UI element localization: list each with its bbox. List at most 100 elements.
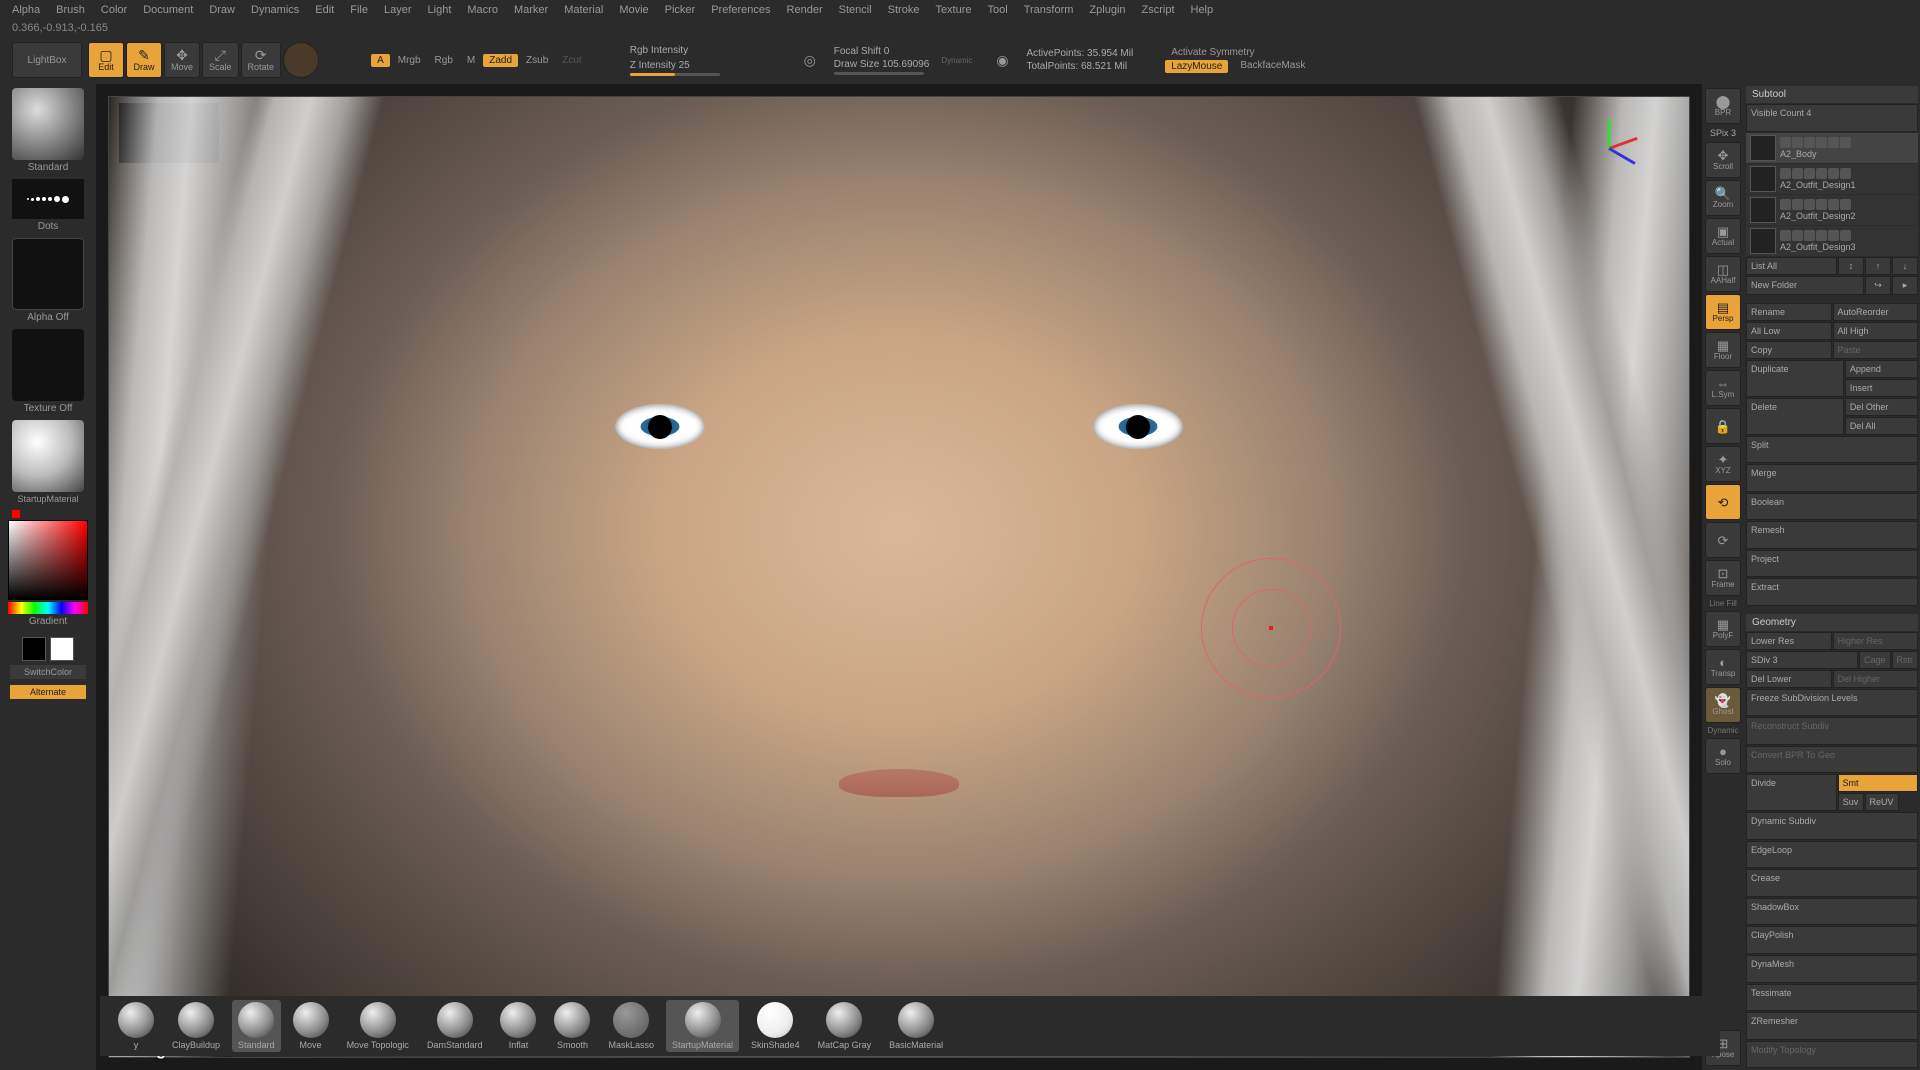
menu-picker[interactable]: Picker (665, 4, 696, 16)
material-shelf-item[interactable]: BasicMaterial (883, 1000, 949, 1052)
rotate2-button[interactable]: ⟳ (1705, 522, 1741, 558)
brush-shelf-item[interactable]: y (112, 1000, 160, 1052)
alpha-thumbnail[interactable] (12, 238, 84, 310)
move-mode-button[interactable]: ✥Move (164, 42, 200, 78)
activate-symmetry-button[interactable]: Activate Symmetry (1165, 47, 1311, 58)
tessimate-button[interactable]: Tessimate (1746, 984, 1918, 1012)
menu-stroke[interactable]: Stroke (888, 4, 920, 16)
menu-zscript[interactable]: Zscript (1142, 4, 1175, 16)
folder-icon[interactable]: ▸ (1892, 276, 1918, 295)
a-toggle[interactable]: A (371, 54, 390, 67)
sculptris-button[interactable] (283, 42, 319, 78)
brush-shelf-item[interactable]: Move (287, 1000, 335, 1052)
zoom-button[interactable]: 🔍Zoom (1705, 180, 1741, 216)
subtool-header[interactable]: Subtool (1746, 86, 1918, 103)
scroll-button[interactable]: ✥Scroll (1705, 142, 1741, 178)
lightbox-button[interactable]: LightBox (12, 42, 82, 78)
mrgb-toggle[interactable]: Mrgb (392, 55, 427, 66)
brush-shelf-item[interactable]: DamStandard (421, 1000, 489, 1052)
menu-document[interactable]: Document (143, 4, 193, 16)
subtool-item[interactable]: A2_Outfit_Design2 (1746, 195, 1918, 225)
arrow-icon[interactable]: ↓ (1892, 257, 1918, 275)
brush-shelf-item[interactable]: Inflat (494, 1000, 542, 1052)
hue-bar[interactable] (8, 602, 88, 614)
del-all-button[interactable]: Del All (1845, 417, 1918, 435)
menu-movie[interactable]: Movie (619, 4, 648, 16)
brush-thumbnail[interactable] (12, 88, 84, 160)
auto-reorder-button[interactable]: AutoReorder (1833, 303, 1919, 321)
rstr-toggle[interactable]: Rstr (1892, 651, 1919, 669)
menu-tool[interactable]: Tool (988, 4, 1008, 16)
zcut-toggle[interactable]: Zcut (556, 55, 587, 66)
color-picker[interactable] (8, 520, 88, 600)
project-button[interactable]: Project (1746, 550, 1918, 578)
focal-shift-slider[interactable]: Focal Shift 0 (834, 46, 930, 57)
split-button[interactable]: Split (1746, 436, 1918, 464)
brush-shelf-item[interactable]: ClayBuildup (166, 1000, 226, 1052)
subtool-item[interactable]: A2_Outfit_Design1 (1746, 164, 1918, 194)
menu-brush[interactable]: Brush (56, 4, 85, 16)
menu-edit[interactable]: Edit (315, 4, 334, 16)
menu-help[interactable]: Help (1191, 4, 1214, 16)
aahalf-button[interactable]: ◫AAHalf (1705, 256, 1741, 292)
claypolish-button[interactable]: ClayPolish (1746, 926, 1918, 954)
brush-shelf-item[interactable]: Standard (232, 1000, 281, 1052)
menu-draw[interactable]: Draw (209, 4, 235, 16)
switch-color-button[interactable]: SwitchColor (10, 665, 86, 679)
duplicate-button[interactable]: Duplicate (1746, 360, 1844, 397)
gyro-icon[interactable]: ◎ (792, 42, 828, 78)
menu-alpha[interactable]: Alpha (12, 4, 40, 16)
arrow-up-button[interactable]: ↕ (1838, 257, 1864, 275)
swatch-black[interactable] (22, 637, 46, 661)
backface-mask-toggle[interactable]: BackfaceMask (1234, 60, 1311, 73)
del-other-button[interactable]: Del Other (1845, 398, 1918, 416)
del-higher-button[interactable]: Del Higher (1833, 670, 1919, 688)
stroke-thumbnail[interactable] (12, 179, 84, 219)
alternate-button[interactable]: Alternate (10, 685, 86, 699)
menu-marker[interactable]: Marker (514, 4, 548, 16)
material-shelf-item[interactable]: SkinShade4 (745, 1000, 806, 1052)
draw-mode-button[interactable]: ✎Draw (126, 42, 162, 78)
arrow-icon[interactable]: ↑ (1865, 257, 1891, 275)
subtool-item[interactable]: A2_Body (1746, 133, 1918, 163)
edgeloop-button[interactable]: EdgeLoop (1746, 841, 1918, 869)
bpr-button[interactable]: ⬤BPR (1705, 88, 1741, 124)
brush-shelf-item[interactable]: Move Topologic (341, 1000, 415, 1052)
geometry-header[interactable]: Geometry (1746, 614, 1918, 631)
menu-file[interactable]: File (350, 4, 368, 16)
polyf-button[interactable]: ▦PolyF (1705, 611, 1741, 647)
transp-button[interactable]: ◐Transp (1705, 649, 1741, 685)
menu-stencil[interactable]: Stencil (839, 4, 872, 16)
subtool-item[interactable]: A2_Outfit_Design3 (1746, 226, 1918, 256)
menu-material[interactable]: Material (564, 4, 603, 16)
boolean-button[interactable]: Boolean (1746, 493, 1918, 521)
crease-button[interactable]: Crease (1746, 869, 1918, 897)
remesh-button[interactable]: Remesh (1746, 521, 1918, 549)
persp-button[interactable]: ▤Persp (1705, 294, 1741, 330)
z-intensity-slider[interactable]: Z Intensity 25 (630, 60, 720, 71)
lazymouse-toggle[interactable]: LazyMouse (1165, 60, 1228, 73)
rotate-mode-button[interactable]: ⟳Rotate (241, 42, 282, 78)
menu-dynamics[interactable]: Dynamics (251, 4, 299, 16)
menu-light[interactable]: Light (428, 4, 452, 16)
delete-button[interactable]: Delete (1746, 398, 1844, 435)
rgb-toggle[interactable]: Rgb (429, 55, 459, 66)
rotate-button[interactable]: ⟲ (1705, 484, 1741, 520)
solo-button[interactable]: ●Solo (1705, 738, 1741, 774)
menu-render[interactable]: Render (787, 4, 823, 16)
lock-button[interactable]: 🔒 (1705, 408, 1741, 444)
rename-button[interactable]: Rename (1746, 303, 1832, 321)
dynamic-icon[interactable]: ◉ (984, 42, 1020, 78)
draw-size-slider[interactable]: Draw Size 105.69096 (834, 59, 930, 70)
copy-button[interactable]: Copy (1746, 341, 1832, 359)
freeze-subdiv-button[interactable]: Freeze SubDivision Levels (1746, 689, 1918, 717)
menu-preferences[interactable]: Preferences (711, 4, 770, 16)
dynamesh-button[interactable]: DynaMesh (1746, 955, 1918, 983)
lower-res-button[interactable]: Lower Res (1746, 632, 1832, 650)
axis-gizmo[interactable] (1579, 117, 1639, 177)
list-all-button[interactable]: List All (1746, 257, 1837, 275)
actual-button[interactable]: ▣Actual (1705, 218, 1741, 254)
menu-layer[interactable]: Layer (384, 4, 412, 16)
spix-slider[interactable]: SPix 3 (1708, 126, 1738, 140)
material-shelf-item[interactable]: MatCap Gray (812, 1000, 878, 1052)
